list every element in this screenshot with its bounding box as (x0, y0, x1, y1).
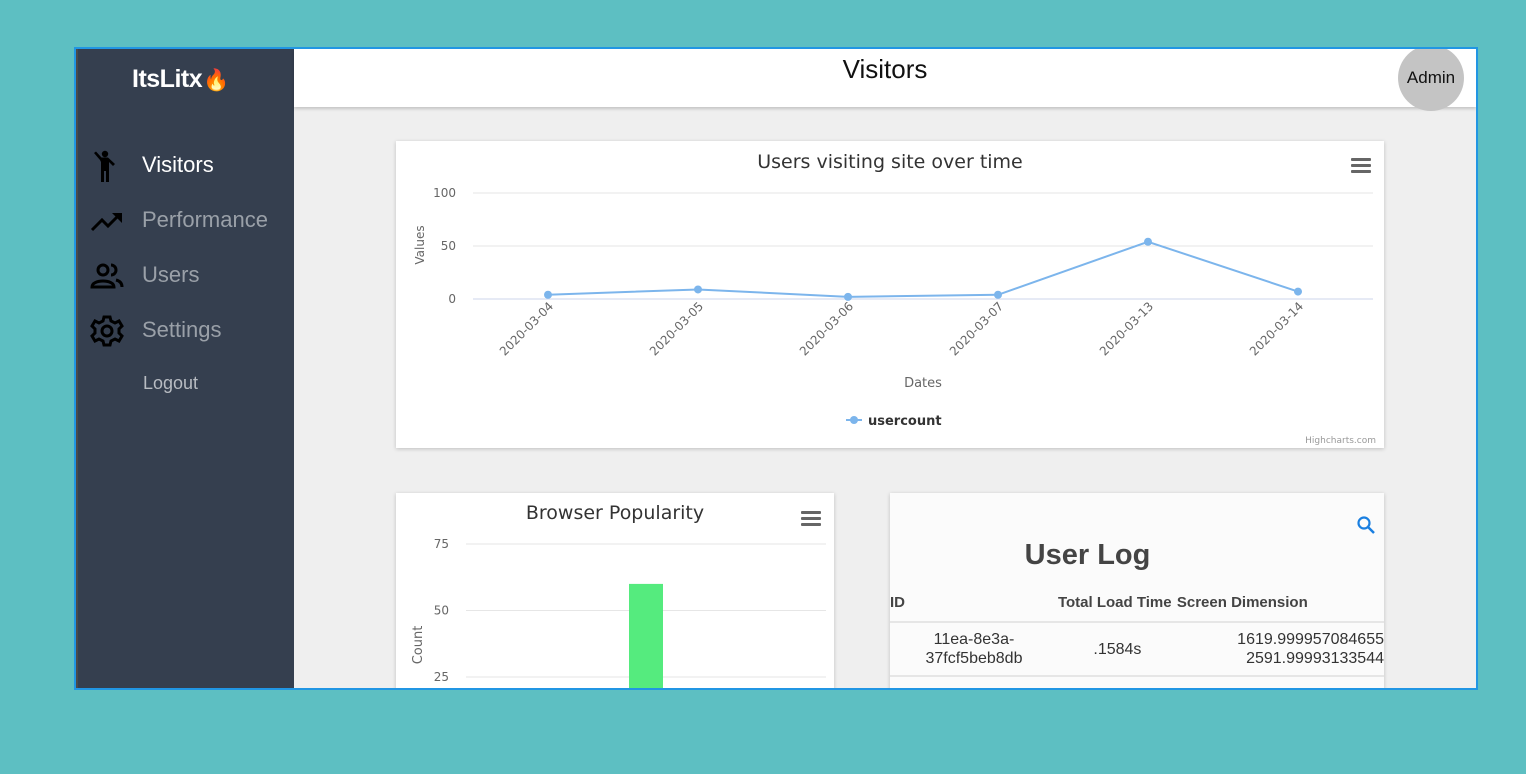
header-bar: Visitors Admin (294, 49, 1476, 111)
brand-logo[interactable]: ItsLitx🔥 (132, 65, 229, 94)
bar[interactable] (629, 583, 663, 690)
table-row[interactable]: 11ea-8e3a- 37fcf5beb8db .1584s 1619.9999… (890, 621, 1384, 676)
flame-icon: 🔥 (203, 69, 229, 92)
y-tick-label: 50 (434, 604, 449, 618)
cell-id: 11ea-a4b1 (890, 675, 1058, 688)
cell-load-time: .1584s (1057, 621, 1177, 676)
x-tick-label: 2020-03-05 (647, 299, 706, 358)
data-point[interactable] (1294, 287, 1302, 296)
cell-screen-dimension (1176, 675, 1384, 688)
table-row[interactable]: 11ea-a4b1 (890, 675, 1384, 688)
sidebar-item-users[interactable]: Users (78, 255, 296, 295)
table-header-row: ID Total Load Time Screen Dimension (890, 583, 1384, 622)
sidebar-item-label: Performance (142, 207, 268, 232)
data-point[interactable] (1144, 237, 1152, 246)
y-tick-label: 50 (441, 239, 456, 253)
data-point[interactable] (844, 292, 852, 301)
cell-load-time (1057, 675, 1177, 688)
legend-dot-marker (850, 416, 858, 424)
cell-id-line2: 37fcf5beb8db (925, 650, 1023, 667)
y-axis-label: Values (413, 225, 427, 264)
chart-menu-button[interactable] (1351, 158, 1371, 174)
app-window: ItsLitx🔥 Visitors Performance Users Sett… (74, 47, 1478, 690)
page-title: Visitors (842, 54, 928, 84)
person-waving-icon (94, 150, 115, 182)
sidebar-item-settings[interactable]: Settings (78, 310, 296, 350)
y-tick-label: 100 (433, 186, 456, 200)
cell-id-line1: 11ea-8e3a- (933, 631, 1015, 648)
x-tick-label: 2020-03-06 (797, 299, 856, 358)
legend[interactable]: usercount (846, 414, 942, 429)
credits-link[interactable]: Highcharts.com (1305, 436, 1376, 446)
x-tick-label: 2020-03-07 (947, 299, 1006, 358)
admin-avatar[interactable]: Admin (1398, 49, 1464, 111)
y-tick-label: 25 (434, 670, 449, 684)
user-log-table: ID Total Load Time Screen Dimension 11ea… (890, 583, 1384, 688)
data-point[interactable] (994, 290, 1002, 299)
data-point[interactable] (544, 290, 552, 299)
x-tick-label: 2020-03-04 (497, 299, 556, 358)
cell-screen-dimension: 1619.999957084655 2591.99993133544 (1176, 621, 1384, 676)
sidebar: ItsLitx🔥 Visitors Performance Users Sett… (76, 49, 294, 688)
x-tick-label: 2020-03-14 (1247, 299, 1306, 358)
series-line (547, 240, 1299, 298)
brand-name: ItsLitx (132, 65, 203, 93)
legend-item-usercount[interactable]: usercount (868, 414, 942, 429)
sidebar-item-label: Settings (142, 317, 222, 342)
column-header-load-time[interactable]: Total Load Time (1058, 583, 1177, 622)
line-chart-card: Users visiting site over time 0 50 100 Val… (396, 141, 1384, 448)
chart-menu-button[interactable] (801, 511, 821, 527)
cell-dim-line1: 1619.999957084655 (1237, 631, 1384, 648)
cell-id: 11ea-8e3a- 37fcf5beb8db (890, 621, 1058, 676)
column-header-screen-dimension[interactable]: Screen Dimension (1177, 583, 1384, 622)
search-icon[interactable] (1356, 515, 1376, 535)
x-tick-label: 2020-03-13 (1097, 299, 1156, 358)
y-axis-label: Count (411, 626, 426, 665)
avatar-label: Admin (1406, 68, 1456, 87)
y-tick-label: 0 (448, 292, 456, 306)
trending-up-icon (90, 213, 122, 232)
sidebar-item-label: Users (142, 262, 200, 287)
sidebar-item-label: Visitors (142, 152, 214, 177)
chart-title: Browser Popularity (526, 502, 704, 524)
bar-chart: Browser Popularity 25 50 75 Count (411, 502, 826, 690)
user-log-card: User Log ID Total Load Time Screen Dimen… (890, 493, 1384, 688)
people-icon (90, 263, 124, 289)
data-point[interactable] (694, 285, 702, 294)
column-header-id[interactable]: ID (890, 583, 1058, 622)
sidebar-item-performance[interactable]: Performance (78, 200, 296, 240)
logout-link[interactable]: Logout (143, 373, 198, 394)
y-tick-label: 75 (434, 537, 449, 551)
chart-title: Users visiting site over time (757, 151, 1023, 173)
cell-dim-line2: 2591.99993133544 (1246, 650, 1384, 667)
user-log-title: User Log (1024, 539, 1151, 571)
line-chart: Users visiting site over time 0 50 100 Val… (413, 151, 1376, 446)
x-axis-label: Dates (904, 376, 942, 391)
gear-icon (90, 315, 124, 347)
sidebar-item-visitors[interactable]: Visitors (78, 145, 296, 185)
bar-chart-card: Browser Popularity 25 50 75 Count (396, 493, 834, 690)
